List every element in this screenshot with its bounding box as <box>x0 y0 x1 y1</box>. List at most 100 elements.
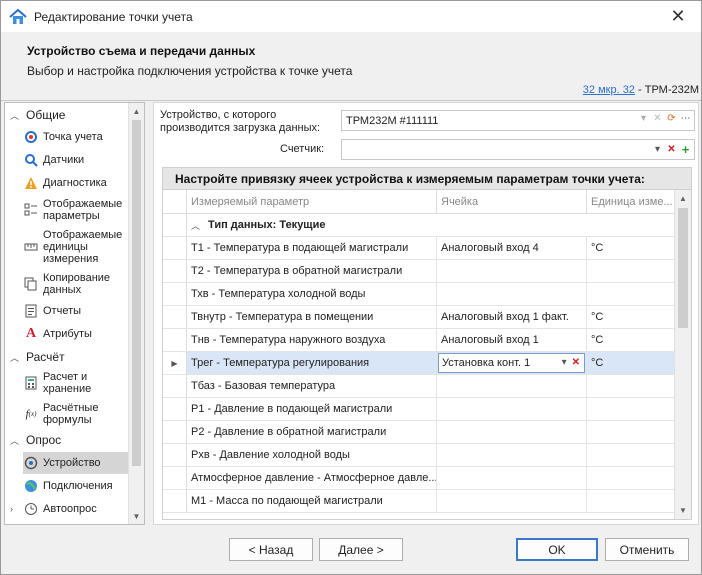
scroll-up-icon[interactable]: ▲ <box>675 190 691 207</box>
chevron-up-icon[interactable]: ︿ <box>10 351 22 364</box>
breadcrumb-link[interactable]: 32 мкр. 32 <box>583 84 635 96</box>
column-header-param[interactable]: Измеряемый параметр <box>187 190 437 213</box>
chevron-up-icon[interactable]: ︿ <box>10 109 22 122</box>
unit-cell[interactable] <box>587 444 675 466</box>
device-combobox[interactable]: ТРМ232М #111111 ▾ ✕ ⟳ ⋯ <box>341 110 695 131</box>
param-cell[interactable]: Тнв - Температура наружного воздуха <box>187 329 437 351</box>
cell-editor-container[interactable]: Установка конт. 1 ▾ ✕ <box>437 352 587 374</box>
cell-cell[interactable] <box>437 398 587 420</box>
delete-icon[interactable]: ✕ <box>572 357 580 368</box>
table-row[interactable]: Т1 - Температура в подающей магистрали А… <box>163 237 675 260</box>
cell-cell[interactable] <box>437 467 587 489</box>
sidebar-item-displayed-params[interactable]: Отображаемые параметры <box>23 196 129 224</box>
counter-combobox[interactable]: ▾ ✕ + <box>341 139 695 160</box>
param-cell[interactable]: Pхв - Давление холодной воды <box>187 444 437 466</box>
sidebar-item-displayed-units[interactable]: Отображаемые единицы измерения <box>23 227 129 267</box>
table-row-active[interactable]: ▶ Трег - Температура регулирования Устан… <box>163 352 675 375</box>
sidebar-item-diagnostics[interactable]: Диагностика <box>23 173 129 193</box>
scroll-thumb[interactable] <box>132 120 141 466</box>
sidebar-item-device[interactable]: Устройство <box>23 452 129 474</box>
table-row[interactable]: P1 - Давление в подающей магистрали <box>163 398 675 421</box>
cell-cell[interactable] <box>437 444 587 466</box>
sidebar-scrollbar[interactable]: ▲ ▼ <box>128 103 144 524</box>
add-icon[interactable]: + <box>680 142 691 157</box>
cell-cell[interactable]: Аналоговый вход 4 <box>437 237 587 259</box>
unit-cell[interactable] <box>587 421 675 443</box>
unit-cell[interactable]: °С <box>587 352 675 374</box>
param-cell[interactable]: Трег - Температура регулирования <box>187 352 437 374</box>
scroll-down-icon[interactable]: ▼ <box>675 502 691 519</box>
table-row[interactable]: Атмосферное давление - Атмосферное давле… <box>163 467 675 490</box>
scroll-up-icon[interactable]: ▲ <box>129 103 144 119</box>
unit-cell[interactable] <box>587 283 675 305</box>
param-cell[interactable]: Твнутр - Температура в помещении <box>187 306 437 328</box>
close-icon[interactable]: ✕ <box>669 6 687 26</box>
sidebar-item-meter-point[interactable]: Точка учета <box>23 127 129 147</box>
column-header-unit[interactable]: Единица изме... <box>587 190 675 213</box>
dropdown-arrow-icon[interactable]: ▾ <box>562 357 567 368</box>
table-row[interactable]: Pхв - Давление холодной воды <box>163 444 675 467</box>
dropdown-arrow-icon[interactable]: ▾ <box>652 144 663 155</box>
sidebar-group-calc[interactable]: ︿ Расчёт <box>5 347 65 367</box>
sidebar-item-autopoll-row[interactable]: › <box>5 499 22 519</box>
more-icon[interactable]: ⋯ <box>680 113 691 124</box>
chevron-up-icon[interactable]: ︿ <box>10 434 22 447</box>
table-row[interactable]: Тбаз - Базовая температура <box>163 375 675 398</box>
chevron-right-icon[interactable]: › <box>10 504 22 514</box>
cell-cell[interactable]: Аналоговый вход 1 факт. <box>437 306 587 328</box>
unit-cell[interactable] <box>587 260 675 282</box>
sidebar-item-copy-data[interactable]: Копирование данных <box>23 270 129 298</box>
param-cell[interactable]: Т2 - Температура в обратной магистрали <box>187 260 437 282</box>
unit-cell[interactable]: °С <box>587 306 675 328</box>
cell-cell[interactable] <box>437 260 587 282</box>
cell-editor[interactable]: Установка конт. 1 ▾ ✕ <box>438 353 585 373</box>
cell-cell[interactable] <box>437 490 587 512</box>
sidebar-item-connections[interactable]: Подключения <box>23 476 129 496</box>
sidebar-item-sensors[interactable]: Датчики <box>23 150 129 170</box>
chevron-up-icon[interactable]: ︿ <box>191 219 200 232</box>
cell-cell[interactable] <box>437 375 587 397</box>
group-cell[interactable]: ︿ Тип данных: Текущие <box>187 214 675 236</box>
clear-icon[interactable]: ✕ <box>652 113 663 124</box>
param-cell[interactable]: Т1 - Температура в подающей магистрали <box>187 237 437 259</box>
param-cell[interactable]: Тхв - Температура холодной воды <box>187 283 437 305</box>
param-cell[interactable]: P2 - Давление в обратной магистрали <box>187 421 437 443</box>
scroll-thumb[interactable] <box>678 208 688 328</box>
back-button[interactable]: < Назад <box>229 538 313 561</box>
sidebar-item-autopoll[interactable]: Автоопрос <box>23 499 129 519</box>
sidebar-item-calc-storage[interactable]: Расчет и хранение <box>23 369 129 397</box>
next-button[interactable]: Далее > <box>319 538 403 561</box>
param-cell[interactable]: Тбаз - Базовая температура <box>187 375 437 397</box>
group-row[interactable]: ︿ Тип данных: Текущие <box>163 214 675 237</box>
grid-scrollbar[interactable]: ▲ ▼ <box>674 190 691 519</box>
cell-cell[interactable] <box>437 421 587 443</box>
table-row[interactable]: Тнв - Температура наружного воздуха Анал… <box>163 329 675 352</box>
param-cell[interactable]: M1 - Масса по подающей магистрали <box>187 490 437 512</box>
table-row[interactable]: P2 - Давление в обратной магистрали <box>163 421 675 444</box>
cancel-button[interactable]: Отменить <box>605 538 689 561</box>
sidebar-group-general[interactable]: ︿ Общие <box>5 105 65 125</box>
ok-button[interactable]: OK <box>516 538 598 561</box>
unit-cell[interactable]: °С <box>587 329 675 351</box>
dropdown-arrow-icon[interactable]: ▾ <box>638 113 649 124</box>
table-row[interactable]: Т2 - Температура в обратной магистрали <box>163 260 675 283</box>
refresh-icon[interactable]: ⟳ <box>666 113 677 124</box>
scroll-down-icon[interactable]: ▼ <box>129 508 144 524</box>
table-row[interactable]: Твнутр - Температура в помещении Аналого… <box>163 306 675 329</box>
unit-cell[interactable]: °С <box>587 237 675 259</box>
sidebar-item-attributes[interactable]: A Атрибуты <box>23 324 129 344</box>
cell-cell[interactable] <box>437 283 587 305</box>
unit-cell[interactable] <box>587 490 675 512</box>
unit-cell[interactable] <box>587 467 675 489</box>
sidebar-item-formulas[interactable]: f (x) Расчётные формулы <box>23 400 129 428</box>
column-header-cell[interactable]: Ячейка <box>437 190 587 213</box>
unit-cell[interactable] <box>587 375 675 397</box>
param-cell[interactable]: Атмосферное давление - Атмосферное давле… <box>187 467 437 489</box>
table-row[interactable]: M1 - Масса по подающей магистрали <box>163 490 675 513</box>
sidebar-group-poll[interactable]: ︿ Опрос <box>5 430 61 450</box>
table-row[interactable]: Тхв - Температура холодной воды <box>163 283 675 306</box>
delete-icon[interactable]: ✕ <box>666 144 677 155</box>
unit-cell[interactable] <box>587 398 675 420</box>
cell-cell[interactable]: Аналоговый вход 1 <box>437 329 587 351</box>
sidebar-item-reports[interactable]: Отчеты <box>23 301 129 321</box>
